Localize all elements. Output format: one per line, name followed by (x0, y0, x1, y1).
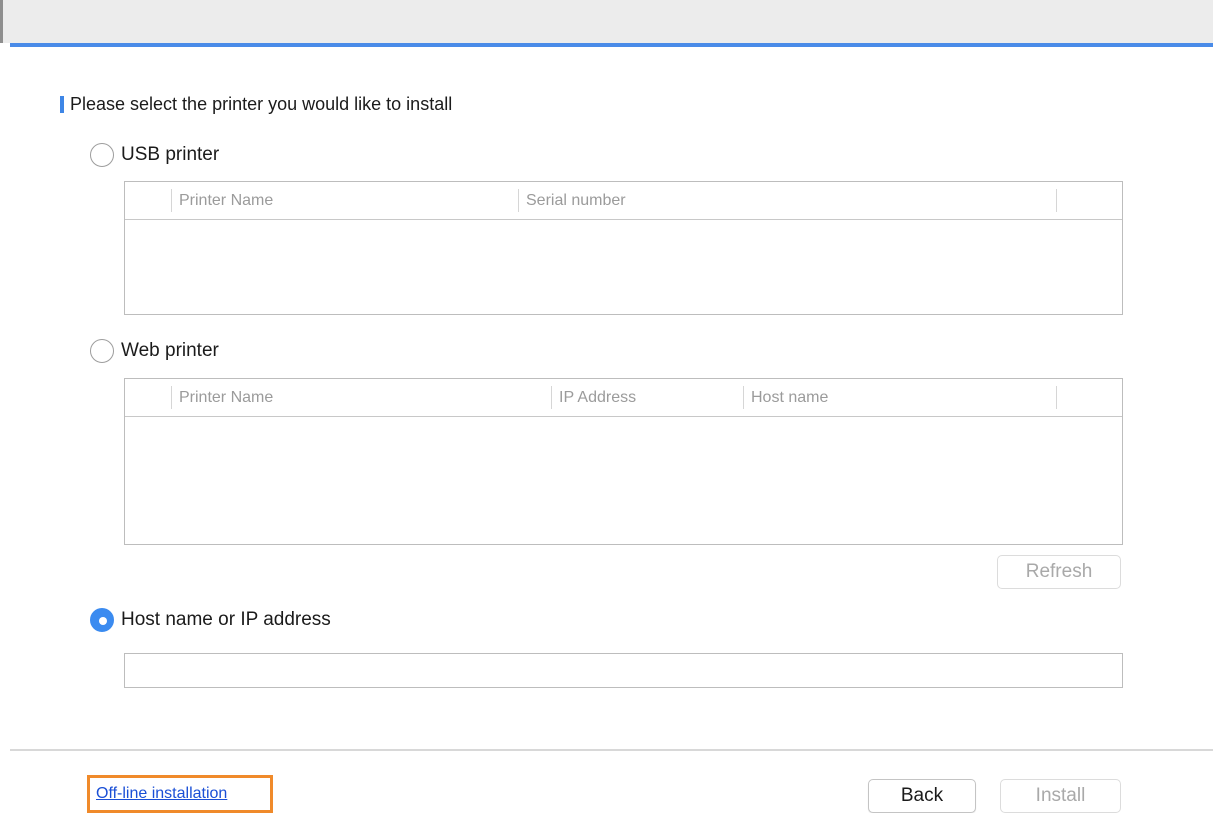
column-divider[interactable] (1056, 189, 1057, 212)
web-col-host-name[interactable]: Host name (743, 379, 1056, 416)
host-radio[interactable] (90, 608, 114, 632)
host-address-input[interactable] (124, 653, 1123, 688)
back-button[interactable]: Back (868, 779, 976, 813)
window-top-bar (0, 0, 1213, 43)
web-table-header: Printer Name IP Address Host name (125, 379, 1122, 417)
usb-col-printer-name[interactable]: Printer Name (171, 182, 518, 219)
usb-table-body[interactable] (125, 220, 1122, 316)
heading-text: Please select the printer you would like… (70, 93, 453, 114)
web-col-ip-address-label: IP Address (559, 389, 637, 406)
host-label: Host name or IP address (121, 609, 331, 630)
heading-marker (60, 95, 64, 113)
usb-printer-option[interactable]: USB printer (90, 143, 219, 167)
top-accent-bar (10, 43, 1213, 47)
usb-printer-label: USB printer (121, 144, 220, 165)
web-col-host-name-label: Host name (751, 389, 829, 406)
install-button[interactable]: Install (1000, 779, 1121, 813)
usb-table-header: Printer Name Serial number (125, 182, 1122, 220)
web-col-printer-name-label: Printer Name (179, 389, 274, 406)
section-heading: Please select the printer you would like… (60, 91, 452, 117)
column-divider[interactable] (1056, 386, 1057, 409)
usb-printer-radio[interactable] (90, 143, 114, 167)
refresh-button[interactable]: Refresh (997, 555, 1121, 589)
web-printer-option[interactable]: Web printer (90, 339, 219, 363)
offline-installation-link[interactable]: Off-line installation (96, 785, 227, 803)
host-option[interactable]: Host name or IP address (90, 608, 331, 632)
web-printer-table[interactable]: Printer Name IP Address Host name (124, 378, 1123, 545)
web-col-printer-name[interactable]: Printer Name (171, 379, 551, 416)
web-printer-label: Web printer (121, 340, 219, 361)
web-printer-radio[interactable] (90, 339, 114, 363)
web-col-ip-address[interactable]: IP Address (551, 379, 743, 416)
usb-col-printer-name-label: Printer Name (179, 192, 274, 209)
usb-col-serial-number-label: Serial number (526, 192, 626, 209)
usb-col-serial-number[interactable]: Serial number (518, 182, 1056, 219)
bottom-divider (10, 749, 1213, 751)
usb-printer-table[interactable]: Printer Name Serial number (124, 181, 1123, 315)
web-table-body[interactable] (125, 417, 1122, 546)
